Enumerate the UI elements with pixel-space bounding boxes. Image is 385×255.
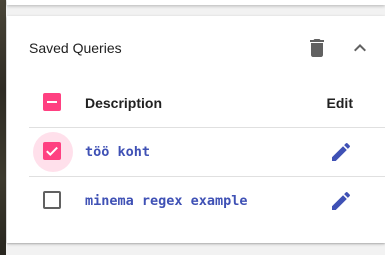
delete-icon[interactable] — [305, 36, 329, 60]
column-header-edit: Edit — [326, 95, 353, 111]
saved-queries-panel: Saved Queries Description Edit töö koht — [7, 16, 385, 243]
query-name-link[interactable]: minema regex example — [85, 192, 248, 210]
column-header-description[interactable]: Description — [85, 94, 162, 112]
pencil-icon[interactable] — [329, 189, 353, 213]
table-row[interactable]: minema regex example — [7, 177, 385, 225]
row-checkbox[interactable] — [43, 142, 61, 160]
select-all-checkbox[interactable] — [43, 93, 61, 111]
card-above-edge — [7, 0, 385, 5]
background-strip — [0, 0, 6, 255]
query-name-link[interactable]: töö koht — [85, 143, 150, 161]
pencil-icon[interactable] — [329, 140, 353, 164]
indeterminate-icon — [47, 101, 57, 103]
table-header-row: Description Edit — [7, 79, 385, 127]
chevron-up-icon[interactable] — [348, 36, 372, 60]
row-checkbox[interactable] — [43, 191, 61, 209]
table-row[interactable]: töö koht — [7, 128, 385, 176]
check-icon — [46, 146, 58, 157]
panel-title: Saved Queries — [29, 40, 122, 56]
